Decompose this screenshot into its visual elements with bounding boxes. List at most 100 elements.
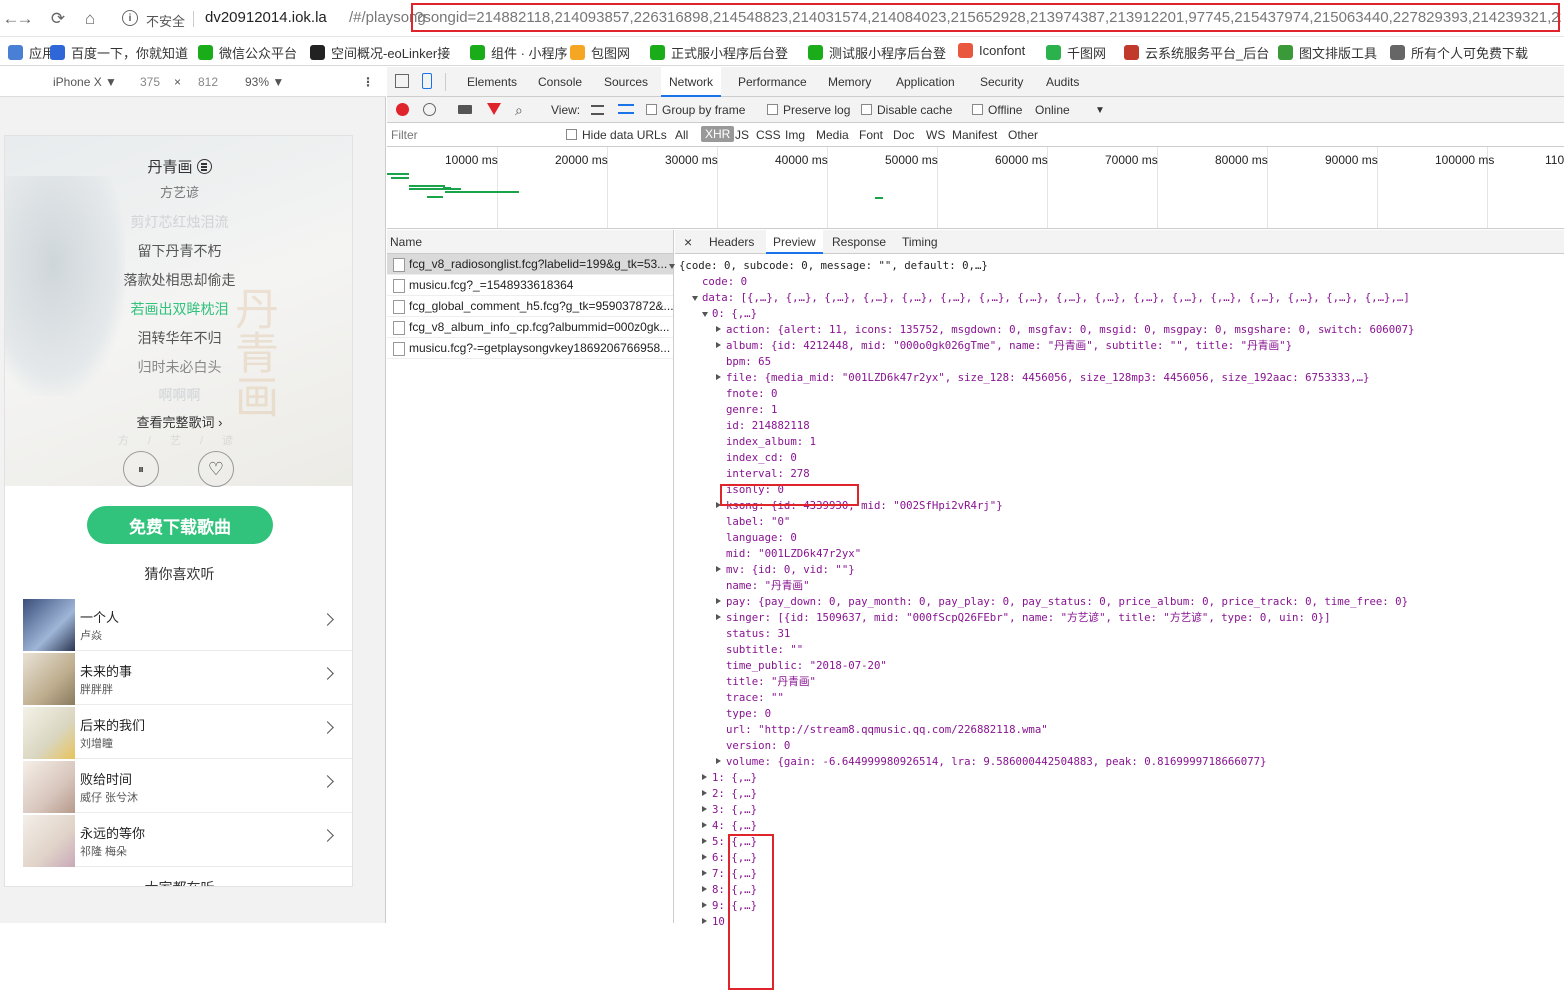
json-line[interactable]: singer: [{id: 1509637, mid: "000fScpQ26F… (675, 610, 1564, 626)
expand-toggle-icon[interactable] (702, 790, 707, 796)
request-row[interactable]: musicu.fcg?-=getplaysongvkey186920676695… (387, 338, 673, 359)
type-font[interactable]: Font (859, 128, 883, 142)
json-line[interactable]: 10 (675, 914, 1564, 930)
bookmark-item[interactable]: 所有个人可免费下载 (1390, 43, 1528, 62)
bookmark-item[interactable]: 包图网 (570, 43, 630, 62)
expand-toggle-icon[interactable] (716, 598, 721, 604)
chevron-right-icon[interactable] (321, 613, 334, 626)
device-toggle-icon[interactable] (422, 73, 432, 89)
tab-security[interactable]: Security (980, 67, 1023, 97)
type-manifest[interactable]: Manifest (952, 128, 997, 142)
checkbox[interactable] (566, 129, 577, 140)
expand-toggle-icon[interactable] (702, 918, 707, 924)
tab-console[interactable]: Console (538, 67, 582, 97)
like-button[interactable]: ♡ (198, 451, 234, 487)
checkbox[interactable] (972, 104, 983, 115)
bookmark-item[interactable]: 应用 (8, 43, 55, 62)
forward-icon[interactable]: → (14, 8, 36, 30)
json-line[interactable]: 7: {,…} (675, 866, 1564, 882)
name-column-header[interactable]: Name (387, 230, 673, 254)
json-line[interactable]: volume: {gain: -6.644999980926514, lra: … (675, 754, 1564, 770)
download-button[interactable]: 免费下载歌曲 (87, 506, 273, 544)
json-line[interactable]: file: {media_mid: "001LZD6k47r2yx", size… (675, 370, 1564, 386)
json-line[interactable]: mv: {id: 0, vid: ""} (675, 562, 1564, 578)
request-row[interactable]: fcg_v8_album_info_cp.fcg?albummid=000z0g… (387, 317, 673, 338)
type-js[interactable]: JS (735, 128, 749, 142)
recommend-song[interactable]: 后来的我们 刘增瞳 (23, 705, 352, 759)
tab-performance[interactable]: Performance (738, 67, 807, 97)
bookmark-item[interactable]: 百度一下，你就知道 (50, 43, 188, 62)
expand-toggle-icon[interactable] (702, 854, 707, 860)
expand-toggle-icon[interactable] (716, 758, 721, 764)
filter-icon[interactable] (487, 103, 501, 115)
type-media[interactable]: Media (816, 128, 849, 142)
playlist-icon[interactable] (196, 159, 212, 174)
json-line[interactable]: 2: {,…} (675, 786, 1564, 802)
close-icon[interactable]: × (684, 230, 692, 254)
json-line[interactable]: pay: {pay_down: 0, pay_month: 0, pay_pla… (675, 594, 1564, 610)
pause-button[interactable]: ⏸ (123, 451, 159, 487)
expand-toggle-icon[interactable] (716, 326, 721, 332)
bookmark-item[interactable]: Iconfont (958, 43, 1025, 58)
preserve-log-option[interactable]: Preserve log (767, 103, 850, 117)
checkbox[interactable] (767, 104, 778, 115)
recommend-song[interactable]: 一个人 卢焱 (23, 597, 352, 651)
hide-data-urls-option[interactable]: Hide data URLs (566, 128, 667, 142)
bookmark-item[interactable]: 组件 · 小程序 (470, 43, 568, 62)
record-icon[interactable] (396, 103, 409, 116)
throttle-dropdown-icon[interactable]: ▼ (1095, 105, 1105, 116)
tab-headers[interactable]: Headers (709, 230, 754, 254)
insecure-label[interactable]: 不安全 (146, 11, 185, 30)
device-width[interactable]: 375 (140, 75, 160, 89)
tab-elements[interactable]: Elements (467, 67, 517, 97)
type-img[interactable]: Img (785, 128, 805, 142)
tab-timing[interactable]: Timing (902, 230, 938, 254)
expand-toggle-icon[interactable] (702, 312, 708, 317)
disable-cache-option[interactable]: Disable cache (861, 103, 952, 117)
expand-toggle-icon[interactable] (716, 614, 721, 620)
request-row[interactable]: musicu.fcg?_=1548933618364 (387, 275, 673, 296)
more-options-icon[interactable]: ⋮ (362, 75, 374, 89)
clear-icon[interactable] (423, 103, 436, 116)
bookmark-item[interactable]: 图文排版工具 (1278, 43, 1377, 62)
bookmark-item[interactable]: 微信公众平台 (198, 43, 297, 62)
home-icon[interactable]: ⌂ (79, 8, 101, 30)
expand-toggle-icon[interactable] (702, 822, 707, 828)
expand-toggle-icon[interactable] (702, 838, 707, 844)
tab-application[interactable]: Application (896, 67, 955, 97)
throttle-select[interactable]: Online (1035, 103, 1070, 117)
url-host[interactable]: dv20912014.iok.la (205, 9, 327, 26)
json-line[interactable]: action: {alert: 11, icons: 135752, msgdo… (675, 322, 1564, 338)
list-view-icon[interactable] (591, 105, 604, 115)
screenshot-icon[interactable] (458, 105, 472, 114)
expand-toggle-icon[interactable] (702, 902, 707, 908)
json-line[interactable]: 4: {,…} (675, 818, 1564, 834)
recommend-song[interactable]: 永远的等你 祁隆 梅朵 (23, 813, 352, 867)
json-line[interactable]: {code: 0, subcode: 0, message: "", defau… (669, 258, 1564, 274)
type-ws[interactable]: WS (926, 128, 945, 142)
recommend-song[interactable]: 未来的事 胖胖胖 (23, 651, 352, 705)
info-icon[interactable]: i (122, 10, 138, 26)
json-line[interactable]: 5: {,…} (675, 834, 1564, 850)
full-lyrics-link[interactable]: 查看完整歌词 › (5, 412, 352, 431)
expand-toggle-icon[interactable] (702, 806, 707, 812)
expand-toggle-icon[interactable] (716, 374, 721, 380)
chevron-right-icon[interactable] (321, 829, 334, 842)
json-line[interactable]: 3: {,…} (675, 802, 1564, 818)
type-doc[interactable]: Doc (893, 128, 914, 142)
tab-sources[interactable]: Sources (604, 67, 648, 97)
tab-memory[interactable]: Memory (828, 67, 871, 97)
expand-toggle-icon[interactable] (702, 870, 707, 876)
expand-toggle-icon[interactable] (702, 774, 707, 780)
json-line[interactable]: 6: {,…} (675, 850, 1564, 866)
type-xhr[interactable]: XHR (701, 126, 735, 142)
waterfall-view-icon[interactable] (618, 104, 634, 114)
request-row[interactable]: fcg_global_comment_h5.fcg?g_tk=959037872… (387, 296, 673, 317)
expand-toggle-icon[interactable] (716, 342, 721, 348)
bookmark-item[interactable]: 云系统服务平台_后台 (1124, 43, 1269, 62)
type-other[interactable]: Other (1008, 128, 1038, 142)
json-line[interactable]: 0: {,…} (675, 306, 1564, 322)
chevron-right-icon[interactable] (321, 667, 334, 680)
recommend-song[interactable]: 败给时间 威仔 张兮沐 (23, 759, 352, 813)
type-all[interactable]: All (675, 128, 688, 142)
